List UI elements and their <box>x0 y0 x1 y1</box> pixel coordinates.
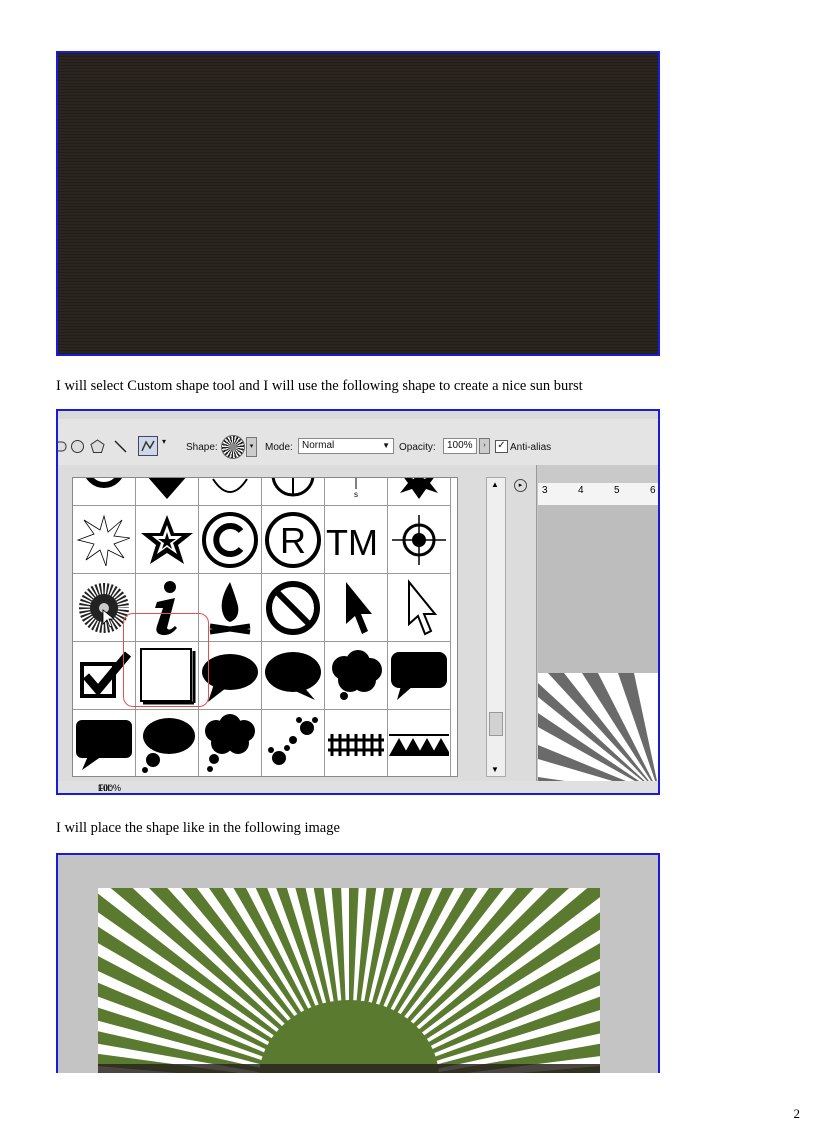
trademark-text: TM <box>326 522 378 563</box>
mode-select[interactable]: Normal ▼ <box>298 438 394 454</box>
shape-tile-registered[interactable]: R <box>262 506 325 574</box>
sunburst-placement-figure <box>56 853 660 1073</box>
ruler-tick: 6 <box>650 485 656 496</box>
shape-tile-thought-oval[interactable] <box>136 710 199 776</box>
dark-ground-strip <box>98 1064 600 1073</box>
shape-tile-chevron-band[interactable] <box>388 710 451 776</box>
custom-shape-picker-figure: ▾ Shape: ▾ Mode: Normal ▼ Opacity: 100% … <box>56 409 660 795</box>
instruction-text-2: I will place the shape like in the follo… <box>56 820 340 836</box>
shape-tile-target[interactable] <box>388 506 451 574</box>
shape-tile[interactable] <box>262 478 325 506</box>
opacity-value: 100% <box>447 440 473 451</box>
opacity-arrow-button[interactable]: › <box>479 438 490 454</box>
custom-shape-tool-icon[interactable] <box>138 436 158 456</box>
shape-label: Shape: <box>186 442 218 453</box>
shape-tile-railroad[interactable] <box>325 710 388 776</box>
antialias-label: Anti-alias <box>510 442 552 453</box>
ruler: 3 4 5 6 <box>538 483 658 506</box>
shape-swatch[interactable] <box>221 435 245 459</box>
shape-tile-arrow-cursor[interactable] <box>325 574 388 642</box>
page-number: 2 <box>793 1106 801 1121</box>
canvas-area <box>538 505 658 675</box>
shape-tile-cloud[interactable] <box>199 710 262 776</box>
shape-tile[interactable] <box>199 478 262 506</box>
options-bar: ▾ Shape: ▾ Mode: Normal ▼ Opacity: 100% … <box>58 419 658 465</box>
picker-scrollbar[interactable]: ▲ ▼ <box>486 477 506 777</box>
ellipse-tool-icon[interactable] <box>70 439 85 454</box>
shape-tile-star[interactable] <box>136 506 199 574</box>
shape-tile-speech-round[interactable] <box>262 642 325 710</box>
scroll-down-icon[interactable]: ▼ <box>491 765 499 774</box>
antialias-checkbox[interactable]: ✓ <box>495 440 508 453</box>
svg-text:s: s <box>354 490 358 499</box>
green-sunburst-artwork <box>98 888 600 1073</box>
dark-background-figure <box>56 51 660 356</box>
fill-value: 100% <box>98 783 122 793</box>
instruction-text-1: I will select Custom shape tool and I wi… <box>56 378 583 394</box>
shape-tile-arrow-outline[interactable] <box>388 574 451 642</box>
mode-value: Normal <box>302 440 335 451</box>
shape-tile-paw-prints[interactable] <box>262 710 325 776</box>
shape-tile-trademark[interactable]: TM <box>325 506 388 574</box>
shape-tile[interactable] <box>136 478 199 506</box>
bottom-options-strip: Fill: 100% <box>58 781 658 793</box>
shape-tile[interactable] <box>388 478 451 506</box>
shape-tile-copyright[interactable] <box>199 506 262 574</box>
svg-text:R: R <box>280 520 306 561</box>
opacity-label: Opacity: <box>399 442 436 453</box>
polygon-tool-icon[interactable] <box>90 439 105 454</box>
shape-tile[interactable]: s <box>325 478 388 506</box>
custom-shape-picker: s R TM ▲ ▼ ▸ <box>58 465 537 789</box>
rounded-rect-tool-icon[interactable] <box>56 439 67 454</box>
tool-dropdown-arrow-icon[interactable]: ▾ <box>162 437 166 446</box>
chevron-down-icon: ▼ <box>382 441 390 450</box>
shape-tile-thought-cloud[interactable] <box>325 642 388 710</box>
scroll-up-icon[interactable]: ▲ <box>491 480 499 489</box>
shape-tile[interactable] <box>73 478 136 506</box>
shape-tile-starburst[interactable] <box>73 506 136 574</box>
shape-tile-speech-rect[interactable] <box>388 642 451 710</box>
scroll-thumb[interactable] <box>489 712 503 736</box>
ruler-tick: 4 <box>578 485 584 496</box>
ruler-tick: 5 <box>614 485 620 496</box>
picker-menu-icon[interactable]: ▸ <box>514 479 527 492</box>
sunburst-preview <box>538 673 658 793</box>
line-tool-icon[interactable] <box>113 439 128 454</box>
shape-tile-no-sign[interactable] <box>262 574 325 642</box>
shape-tile-speech-box[interactable] <box>73 710 136 776</box>
mode-label: Mode: <box>265 442 293 453</box>
opacity-field[interactable]: 100% <box>443 438 477 454</box>
ruler-tick: 3 <box>542 485 548 496</box>
selected-shape-highlight <box>123 613 209 707</box>
shape-dropdown-button[interactable]: ▾ <box>246 437 257 457</box>
